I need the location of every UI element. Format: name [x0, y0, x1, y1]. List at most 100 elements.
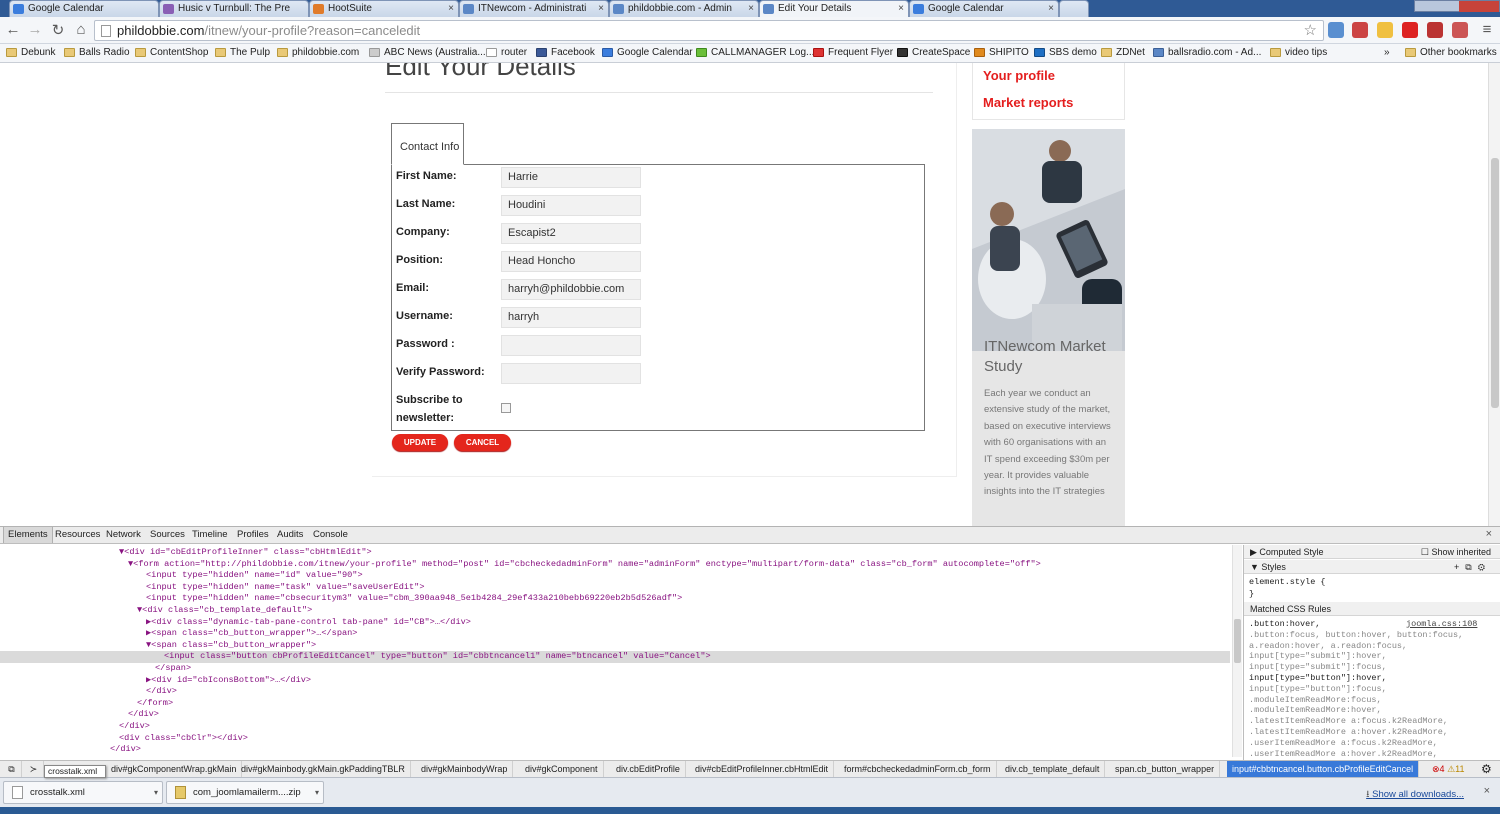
close-tab-icon[interactable]: ×: [1048, 1, 1054, 16]
tab-contact-info[interactable]: Contact Info: [391, 123, 464, 165]
tab-sources[interactable]: Sources: [146, 527, 189, 543]
page-scrollbar[interactable]: [1488, 63, 1500, 526]
tab-profiles[interactable]: Profiles: [233, 527, 273, 543]
extension-icon[interactable]: [1352, 22, 1368, 38]
bookmark-item[interactable]: Facebook: [536, 46, 595, 60]
browser-tab-active[interactable]: Edit Your Details ×: [759, 0, 909, 17]
bookmark-item[interactable]: ContentShop: [135, 46, 208, 60]
extension-icon[interactable]: [1402, 22, 1418, 38]
css-selector[interactable]: .userItemReadMore a:hover.k2ReadMore,: [1249, 749, 1438, 760]
window-close-icon[interactable]: [1459, 1, 1499, 12]
dom-tree[interactable]: ▼<div id="cbEditProfileInner" class="cbH…: [0, 545, 1243, 761]
new-tab-button[interactable]: [1059, 0, 1089, 17]
dom-node[interactable]: ▶<div class="dynamic-tab-pane-control ta…: [0, 617, 1230, 629]
css-selector[interactable]: .latestItemReadMore a:hover.k2ReadMore,: [1249, 727, 1448, 738]
element-style-rule[interactable]: element.style {: [1249, 577, 1326, 588]
browser-tab[interactable]: Google Calendar ×: [909, 0, 1059, 17]
cancel-button[interactable]: CANCEL: [454, 434, 511, 451]
update-button[interactable]: UPDATE: [392, 434, 448, 451]
close-tab-icon[interactable]: ×: [898, 1, 904, 16]
bookmark-item[interactable]: SBS demo: [1034, 46, 1097, 60]
menu-icon[interactable]: ≡: [1478, 21, 1496, 38]
browser-tab[interactable]: Google Calendar: [9, 0, 159, 17]
css-selector[interactable]: .moduleItemReadMore:hover,: [1249, 705, 1382, 716]
breadcrumb[interactable]: span.cb_button_wrapper: [1110, 761, 1221, 777]
css-selector[interactable]: .button:hover,: [1249, 619, 1320, 630]
dom-node[interactable]: <input type="hidden" name="task" value="…: [0, 582, 1230, 594]
devtools-close-icon[interactable]: ×: [1486, 528, 1492, 540]
bookmark-item[interactable]: ABC News (Australia...: [369, 46, 486, 60]
home-icon[interactable]: ⌂: [72, 21, 90, 38]
dom-node[interactable]: ▶<span class="cb_button_wrapper">…</span…: [0, 628, 1230, 640]
bookmark-item[interactable]: Frequent Flyer: [813, 46, 893, 60]
dock-icon[interactable]: ⧉: [2, 761, 22, 777]
newsletter-checkbox[interactable]: [501, 403, 511, 413]
breadcrumb[interactable]: div.cbEditProfile: [611, 761, 686, 777]
scrollbar-thumb[interactable]: [1491, 158, 1499, 408]
breadcrumb[interactable]: div#gkMainbodyWrap: [416, 761, 514, 777]
market-reports-link[interactable]: Market reports: [983, 95, 1073, 110]
browser-tab[interactable]: ITNewcom - Administrati ×: [459, 0, 609, 17]
breadcrumb[interactable]: div.cb_template_default: [1000, 761, 1106, 777]
bookmark-item[interactable]: Google Calendar: [602, 46, 693, 60]
error-count[interactable]: ⊗4 ⚠11: [1427, 761, 1470, 777]
styles-header[interactable]: ▼ Styles +⧉⚙: [1244, 560, 1500, 574]
tab-network[interactable]: Network: [102, 527, 145, 543]
browser-tab[interactable]: phildobbie.com - Admin ×: [609, 0, 759, 17]
first-name-field[interactable]: Harrie: [501, 167, 641, 188]
console-toggle-icon[interactable]: ≻: [24, 761, 44, 777]
forward-icon[interactable]: →: [26, 21, 44, 38]
download-item[interactable]: com_joomlamailerm....zip ▾: [166, 781, 324, 804]
bookmark-item[interactable]: ballsradio.com - Ad...: [1153, 46, 1261, 60]
dom-node[interactable]: <div class="cbClr"></div>: [0, 733, 1230, 745]
close-tab-icon[interactable]: ×: [748, 1, 754, 16]
last-name-field[interactable]: Houdini: [501, 195, 641, 216]
dom-node[interactable]: </div>: [0, 709, 1230, 721]
extension-icon[interactable]: [1328, 22, 1344, 38]
css-selector[interactable]: input[type="button"]:hover,: [1249, 673, 1387, 684]
dom-node[interactable]: </div>: [0, 721, 1230, 733]
extension-icon[interactable]: [1452, 22, 1468, 38]
download-item[interactable]: crosstalk.xml ▾: [3, 781, 163, 804]
css-selector[interactable]: a.readon:hover, a.readon:focus,: [1249, 641, 1407, 652]
dom-node[interactable]: ▼<span class="cb_button_wrapper">: [0, 640, 1230, 652]
username-field[interactable]: harryh: [501, 307, 641, 328]
css-selector[interactable]: .userItemReadMore a:focus.k2ReadMore,: [1249, 738, 1438, 749]
dom-node[interactable]: ▼<div id="cbEditProfileInner" class="cbH…: [0, 547, 1230, 559]
css-selector[interactable]: input[type="submit"]:hover,: [1249, 651, 1387, 662]
dom-node-selected[interactable]: <input class="button cbProfileEditCancel…: [0, 651, 1230, 663]
style-tools-icons[interactable]: +⧉⚙: [1454, 560, 1491, 574]
css-selector[interactable]: input[type="button"]:focus,: [1249, 684, 1387, 695]
show-inherited-toggle[interactable]: ☐ Show inherited: [1421, 545, 1491, 559]
close-downloads-icon[interactable]: ×: [1484, 785, 1490, 797]
bookmark-item[interactable]: CreateSpace: [897, 46, 970, 60]
dropdown-arrow-icon[interactable]: ▾: [154, 782, 158, 803]
dom-node[interactable]: </span>: [0, 663, 1230, 675]
tab-audits[interactable]: Audits: [273, 527, 307, 543]
breadcrumb[interactable]: form#cbcheckedadminForm.cb_form: [839, 761, 997, 777]
dom-tree-scrollbar[interactable]: [1232, 545, 1242, 757]
close-tab-icon[interactable]: ×: [448, 1, 454, 16]
scrollbar-thumb[interactable]: [1234, 619, 1241, 663]
password-field[interactable]: [501, 335, 641, 356]
css-selector[interactable]: .latestItemReadMore a:focus.k2ReadMore,: [1249, 716, 1448, 727]
company-field[interactable]: Escapist2: [501, 223, 641, 244]
breadcrumb[interactable]: div#gkComponent: [520, 761, 604, 777]
show-all-downloads-link[interactable]: ⭳ Show all downloads...: [1366, 787, 1464, 803]
dom-node[interactable]: ▼<form action="http://phildobbie.com/itn…: [0, 559, 1230, 571]
star-icon[interactable]: ☆: [1304, 21, 1317, 40]
bookmark-item[interactable]: Balls Radio: [64, 46, 130, 60]
breadcrumb-selected[interactable]: input#cbbtncancel.button.cbProfileEditCa…: [1227, 761, 1420, 777]
bookmark-item[interactable]: phildobbie.com: [277, 46, 359, 60]
browser-tab[interactable]: Husic v Turnbull: The Pre: [159, 0, 309, 17]
dom-node[interactable]: </form>: [0, 698, 1230, 710]
back-icon[interactable]: ←: [4, 21, 22, 38]
dropdown-arrow-icon[interactable]: ▾: [315, 782, 319, 803]
bookmark-item[interactable]: Other bookmarks: [1405, 46, 1497, 60]
dom-node[interactable]: ▼<div class="cb_template_default">: [0, 605, 1230, 617]
bookmark-item[interactable]: router: [486, 46, 527, 60]
css-selector[interactable]: input[type="submit"]:focus,: [1249, 662, 1387, 673]
bookmark-item[interactable]: ZDNet: [1101, 46, 1145, 60]
breadcrumb[interactable]: div#gkMainbody.gkMain.gkPaddingTBLR: [236, 761, 411, 777]
extension-icon[interactable]: [1377, 22, 1393, 38]
